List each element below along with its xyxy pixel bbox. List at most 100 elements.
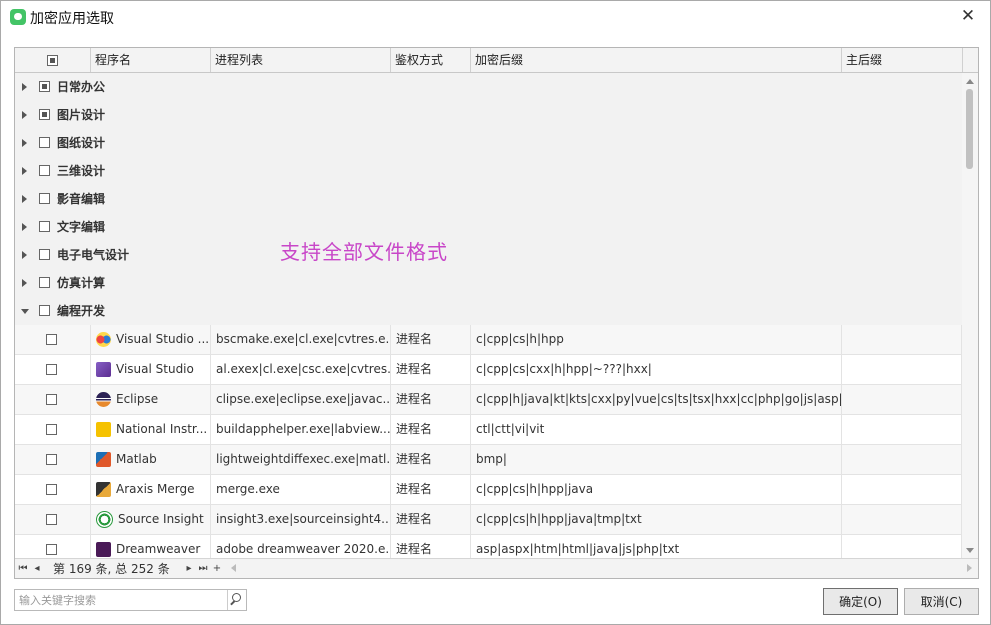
row-checkbox[interactable] [46,484,57,495]
group-checkbox[interactable] [39,277,50,288]
group-checkbox[interactable] [39,137,50,148]
first-page-icon[interactable]: ⏮ [17,562,29,576]
program-name: Araxis Merge [116,482,195,496]
table-row[interactable]: Source Insight insight3.exe|sourceinsight… [15,505,962,535]
row-checkbox[interactable] [46,334,57,345]
prev-page-icon[interactable]: ◂ [31,562,43,576]
hscroll-right-icon[interactable] [967,564,972,572]
process-list-cell: lightweightdiffexec.exe|matl... [211,445,391,474]
matlab-icon [96,452,111,467]
expand-arrow-icon[interactable] [22,195,27,203]
auth-method-cell: 进程名 [391,505,471,534]
group-label: 影音编辑 [57,192,106,206]
group-row[interactable]: 仿真计算 [15,269,962,298]
program-name-cell: National Instr... [91,415,211,444]
col-header-auth[interactable]: 鉴权方式 [391,48,471,72]
main-suffix-cell [842,475,962,504]
table-row[interactable]: Matlab lightweightdiffexec.exe|matl... 进程名… [15,445,962,475]
eclipse-icon [96,392,111,407]
encrypt-suffix-cell: c|cpp|h|java|kt|kts|cxx|py|vue|cs|ts|tsx… [471,385,842,414]
table-row[interactable]: National Instr... buildapphelper.exe|labv… [15,415,962,445]
group-checkbox[interactable] [39,305,50,316]
main-suffix-cell [842,445,962,474]
col-header-processes[interactable]: 进程列表 [211,48,391,72]
hscroll-left-icon[interactable] [231,564,236,572]
auth-method-cell: 进程名 [391,445,471,474]
process-list-cell: buildapphelper.exe|labview.... [211,415,391,444]
process-list-cell: insight3.exe|sourceinsight4.... [211,505,391,534]
auth-method-cell: 进程名 [391,475,471,504]
col-header-main-suffix[interactable]: 主后缀 [842,48,963,72]
auth-method-cell: 进程名 [391,415,471,444]
add-record-icon[interactable]: + [211,562,223,576]
vertical-scrollbar[interactable] [962,73,978,559]
expand-arrow-icon[interactable] [22,139,27,147]
encrypt-suffix-cell: bmp| [471,445,842,474]
row-checkbox[interactable] [46,544,57,555]
col-header-name[interactable]: 程序名 [91,48,211,72]
main-suffix-cell [842,535,962,559]
search-icon[interactable] [227,590,246,610]
group-row[interactable]: 电子电气设计 [15,241,962,270]
group-label: 日常办公 [57,80,106,94]
table-row[interactable]: Eclipse clipse.exe|eclipse.exe|javac.... 进… [15,385,962,415]
group-label: 图片设计 [57,108,106,122]
group-row[interactable]: 影音编辑 [15,185,962,214]
expand-arrow-icon[interactable] [22,251,27,259]
source-insight-icon [96,511,113,528]
scroll-thumb[interactable] [966,89,973,169]
group-checkbox[interactable] [39,165,50,176]
visual-studio-code-icon [96,332,111,347]
group-checkbox[interactable] [39,249,50,260]
group-row[interactable]: 三维设计 [15,157,962,186]
expand-arrow-icon[interactable] [22,223,27,231]
encrypt-suffix-cell: c|cpp|cs|h|hpp|java [471,475,842,504]
expand-arrow-icon[interactable] [22,167,27,175]
group-row[interactable]: 图片设计 [15,101,962,130]
process-list-cell: adobe dreamweaver 2020.e... [211,535,391,559]
scroll-down-icon[interactable] [966,548,974,553]
group-row[interactable]: 文字编辑 [15,213,962,242]
close-icon[interactable]: ✕ [957,5,979,27]
row-checkbox[interactable] [46,514,57,525]
encrypt-suffix-cell: asp|aspx|htm|html|java|js|php|txt [471,535,842,559]
scroll-up-icon[interactable] [966,79,974,84]
cancel-button[interactable]: 取消(C) [904,588,979,615]
app-logo-icon [10,9,26,25]
program-name: Visual Studio ... [116,332,210,346]
row-checkbox[interactable] [46,394,57,405]
grid-header: 程序名 进程列表 鉴权方式 加密后缀 主后缀 [15,48,978,73]
ok-button[interactable]: 确定(O) [823,588,898,615]
program-name-cell: Matlab [91,445,211,474]
select-all-checkbox[interactable] [47,55,58,66]
group-checkbox[interactable] [39,109,50,120]
search-input[interactable] [15,590,235,610]
expand-arrow-icon[interactable] [22,279,27,287]
col-header-suffix[interactable]: 加密后缀 [471,48,842,72]
table-row[interactable]: Araxis Merge merge.exe 进程名 c|cpp|cs|h|hpp|j… [15,475,962,505]
row-checkbox[interactable] [46,364,57,375]
group-row[interactable]: 日常办公 [15,73,962,102]
next-page-icon[interactable]: ▸ [183,562,195,576]
program-name: Matlab [116,452,157,466]
program-name-cell: Dreamweaver [91,535,211,559]
table-row[interactable]: Visual Studio ... bscmake.exe|cl.exe|cvtr… [15,325,962,355]
group-checkbox[interactable] [39,193,50,204]
auth-method-cell: 进程名 [391,325,471,354]
group-row[interactable]: 图纸设计 [15,129,962,158]
expand-arrow-icon[interactable] [22,111,27,119]
row-checkbox[interactable] [46,454,57,465]
program-name-cell: Visual Studio [91,355,211,384]
collapse-arrow-icon[interactable] [21,309,29,314]
row-checkbox[interactable] [46,424,57,435]
last-page-icon[interactable]: ⏭ [197,562,209,576]
dialog-title: 加密应用选取 [30,11,114,27]
group-label: 电子电气设计 [57,248,130,262]
group-row[interactable]: 编程开发 [15,297,962,326]
table-row[interactable]: Dreamweaver adobe dreamweaver 2020.e... 进程… [15,535,962,559]
table-row[interactable]: Visual Studio al.exex|cl.exe|csc.exe|cvtr… [15,355,962,385]
group-checkbox[interactable] [39,221,50,232]
watermark-text: 支持全部文件格式 [280,240,448,264]
expand-arrow-icon[interactable] [22,83,27,91]
group-checkbox[interactable] [39,81,50,92]
